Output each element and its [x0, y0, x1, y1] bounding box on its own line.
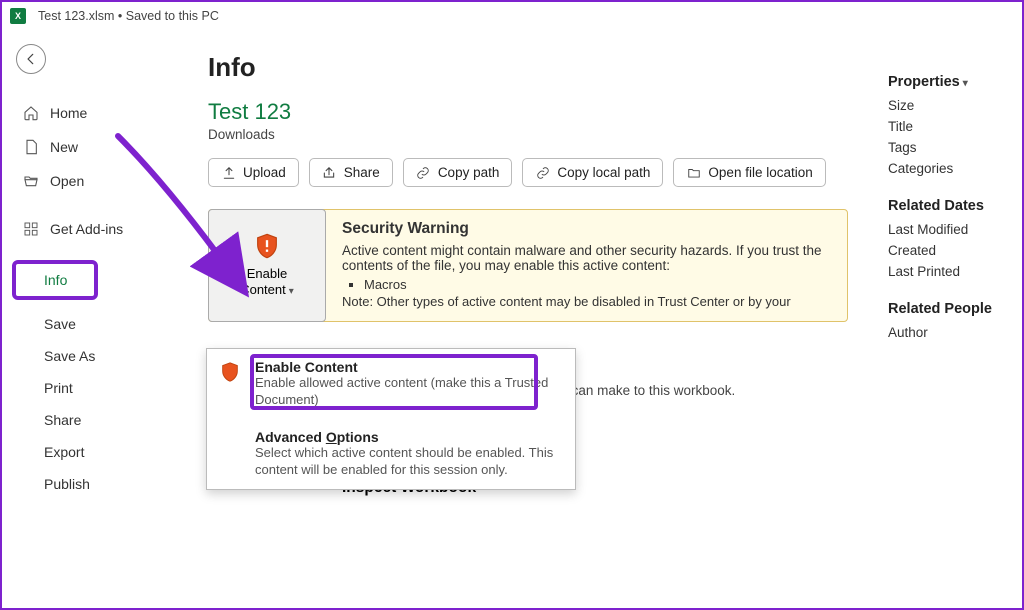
nav-info[interactable]: Info — [16, 264, 94, 296]
nav-share-label: Share — [22, 412, 81, 428]
window-title-filename: Test 123.xlsm — [38, 9, 114, 23]
upload-label: Upload — [243, 165, 286, 180]
prop-created: Created — [888, 243, 1016, 258]
nav-saveas-label: Save As — [22, 348, 95, 364]
properties-heading[interactable]: Properties — [888, 74, 1016, 90]
nav-print-label: Print — [22, 380, 73, 396]
nav-new[interactable]: New — [16, 130, 152, 164]
arrow-left-icon — [24, 52, 38, 66]
nav-share[interactable]: Share — [16, 404, 152, 436]
addins-grid-icon — [22, 220, 40, 238]
document-title: Test 123 — [208, 99, 878, 125]
nav-save-as[interactable]: Save As — [16, 340, 152, 372]
nav-info-label: Info — [22, 272, 67, 288]
enable-content-button[interactable]: EnableContent — [208, 209, 326, 322]
security-warning-note: Note: Other types of active content may … — [342, 294, 833, 309]
file-icon — [22, 138, 40, 156]
related-people-heading: Related People — [888, 301, 1016, 317]
security-warning-heading: Security Warning — [342, 220, 833, 238]
backstage-sidebar: Home New Open Get Add-ins Info Save Save… — [2, 30, 162, 608]
nav-home[interactable]: Home — [16, 96, 152, 130]
prop-last-modified: Last Modified — [888, 222, 1016, 237]
share-icon — [322, 165, 337, 180]
nav-export-label: Export — [22, 444, 84, 460]
advanced-options-desc: Select which active content should be en… — [255, 445, 561, 479]
back-button[interactable] — [16, 44, 46, 74]
nav-publish-label: Publish — [22, 476, 90, 492]
home-icon — [22, 104, 40, 122]
nav-addins-label: Get Add-ins — [50, 221, 123, 237]
advanced-options-title: Advanced Options — [255, 429, 561, 445]
open-location-label: Open file location — [708, 165, 812, 180]
properties-panel: Properties Size Title Tags Categories Re… — [888, 30, 1022, 608]
prop-title: Title — [888, 119, 1016, 134]
folder-open-icon — [22, 172, 40, 190]
prop-author: Author — [888, 325, 1016, 340]
share-button[interactable]: Share — [309, 158, 393, 187]
nav-save[interactable]: Save — [16, 308, 152, 340]
security-warning-item: Macros — [364, 277, 833, 292]
nav-print[interactable]: Print — [16, 372, 152, 404]
folder-icon — [686, 165, 701, 180]
file-actions-row: Upload Share Copy path Copy local path O… — [208, 158, 878, 187]
page-title: Info — [208, 52, 878, 83]
copy-local-path-label: Copy local path — [557, 165, 650, 180]
advanced-options-option[interactable]: Advanced Options Select which active con… — [207, 419, 575, 489]
nav-export[interactable]: Export — [16, 436, 152, 468]
enable-content-option-desc: Enable allowed active content (make this… — [255, 375, 561, 409]
open-file-location-button[interactable]: Open file location — [673, 158, 825, 187]
nav-new-label: New — [50, 139, 78, 155]
nav-save-label: Save — [22, 316, 76, 332]
shield-icon — [219, 361, 243, 409]
security-warning-description: Active content might contain malware and… — [342, 243, 833, 273]
security-warning-panel: EnableContent Security Warning Active co… — [208, 209, 848, 322]
prop-tags: Tags — [888, 140, 1016, 155]
enable-content-option[interactable]: Enable Content Enable allowed active con… — [207, 349, 575, 419]
shield-warning-icon — [253, 232, 281, 260]
nav-publish[interactable]: Publish — [16, 468, 152, 500]
enable-content-dropdown: Enable Content Enable allowed active con… — [206, 348, 576, 490]
info-panel: Info Test 123 Downloads Upload Share Cop… — [162, 30, 888, 608]
related-dates-heading: Related Dates — [888, 198, 1016, 214]
upload-button[interactable]: Upload — [208, 158, 299, 187]
enable-content-label: EnableContent — [240, 266, 294, 299]
prop-size: Size — [888, 98, 1016, 113]
window-title-save-status: Saved to this PC — [126, 9, 219, 23]
share-label: Share — [344, 165, 380, 180]
nav-open-label: Open — [50, 173, 84, 189]
prop-last-printed: Last Printed — [888, 264, 1016, 279]
excel-app-icon: X — [10, 8, 26, 24]
nav-open[interactable]: Open — [16, 164, 152, 198]
document-location: Downloads — [208, 127, 878, 142]
nav-home-label: Home — [50, 105, 87, 121]
link-icon — [535, 165, 550, 180]
annotation-highlight-info: Info — [12, 260, 98, 300]
copy-path-button[interactable]: Copy path — [403, 158, 513, 187]
upload-icon — [221, 165, 236, 180]
copy-local-path-button[interactable]: Copy local path — [522, 158, 663, 187]
link-icon — [416, 165, 431, 180]
prop-categories: Categories — [888, 161, 1016, 176]
copy-path-label: Copy path — [438, 165, 500, 180]
nav-get-addins[interactable]: Get Add-ins — [16, 212, 152, 246]
enable-content-option-title: Enable Content — [255, 359, 561, 375]
title-bar: X Test 123.xlsm • Saved to this PC — [2, 2, 1022, 30]
